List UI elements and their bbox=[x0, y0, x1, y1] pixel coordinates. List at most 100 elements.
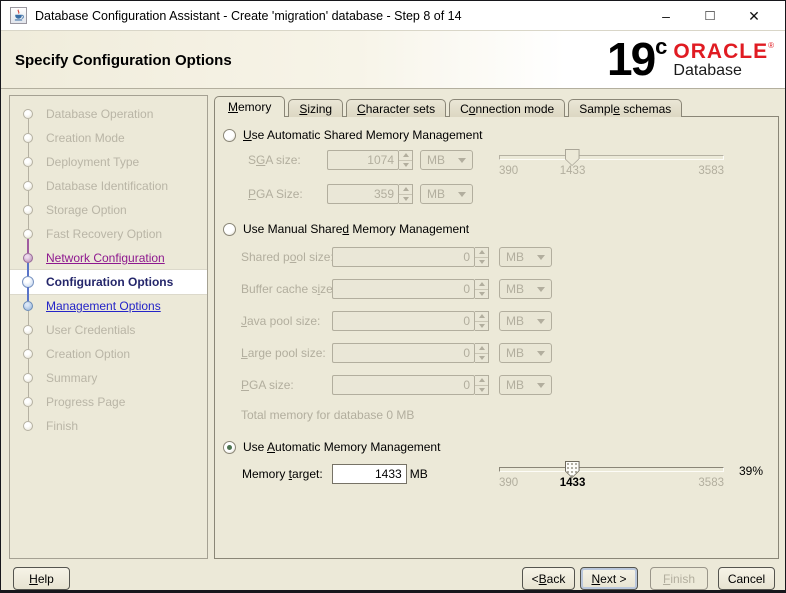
step-bullet-icon bbox=[23, 421, 33, 431]
minimize-button[interactable]: – bbox=[644, 1, 688, 31]
coffee-cup-glyph bbox=[14, 9, 24, 21]
pga-size-label: PGA Size: bbox=[248, 187, 303, 201]
pga-unit-select: MB bbox=[420, 184, 473, 204]
asmm-radio[interactable] bbox=[223, 128, 236, 142]
tab-character-sets[interactable]: Character sets bbox=[346, 99, 447, 117]
slider-track bbox=[499, 467, 724, 472]
logo-database: Database bbox=[673, 62, 742, 79]
sidebar-item-database-operation: Database Operation bbox=[10, 102, 207, 126]
chevron-down-icon bbox=[458, 191, 466, 197]
slider-min-label: 390 bbox=[499, 165, 519, 177]
java-pool-label-row: Java pool size: bbox=[241, 311, 320, 331]
buffer-cache-label-row: Buffer cache size: bbox=[241, 279, 336, 299]
java-pool-size-label: Java pool size: bbox=[241, 314, 321, 328]
sidebar-item-storage-option: Storage Option bbox=[10, 191, 207, 222]
slider-current-label: 1433 bbox=[559, 477, 586, 489]
buffer-cache-spinner bbox=[475, 279, 489, 299]
shared-pool-size-label: Shared pool size: bbox=[241, 250, 334, 264]
total-memory-row: Total memory for database 0 MB bbox=[241, 405, 414, 425]
large-pool-size-label: Large pool size: bbox=[241, 346, 326, 360]
sga-slider: 390 1433 3583 bbox=[499, 149, 724, 177]
shared-pool-spinner bbox=[475, 247, 489, 267]
manual-pga-size-label: PGA size: bbox=[241, 378, 294, 392]
buffer-cache-size-field: 0 bbox=[332, 279, 475, 299]
sidebar-item-progress-page: Progress Page bbox=[10, 383, 207, 414]
tab-memory[interactable]: Memory bbox=[214, 96, 286, 117]
amm-radio-label: Use Automatic Memory Management bbox=[243, 440, 441, 454]
logo-c: c bbox=[655, 34, 668, 59]
java-pool-unit-select: MB bbox=[499, 311, 552, 331]
manual-pga-spinner bbox=[475, 375, 489, 395]
step-bullet-icon bbox=[23, 349, 33, 359]
java-app-icon bbox=[10, 7, 27, 24]
memory-tab-panel: Use Automatic Shared Memory Management S… bbox=[214, 116, 779, 559]
sidebar-item-network-configuration[interactable]: Network Configuration bbox=[10, 239, 207, 270]
amm-radio[interactable] bbox=[223, 440, 236, 454]
close-button[interactable]: ✕ bbox=[732, 1, 776, 31]
step-bullet-icon bbox=[23, 133, 33, 143]
large-pool-field-group: 0 MB bbox=[332, 343, 552, 363]
logo-19: 19 bbox=[607, 33, 656, 85]
window-title: Database Configuration Assistant - Creat… bbox=[35, 8, 462, 23]
sga-size-field-group: 1074 MB bbox=[327, 150, 473, 170]
memory-target-slider: 390 1433 3583 39% bbox=[499, 461, 763, 489]
step-bullet-icon bbox=[23, 157, 33, 167]
chevron-down-icon bbox=[537, 254, 545, 260]
memory-percent-label: 39% bbox=[739, 464, 764, 478]
sidebar-item-management-options[interactable]: Management Options bbox=[10, 287, 207, 318]
chevron-down-icon bbox=[537, 318, 545, 324]
java-pool-spinner bbox=[475, 311, 489, 331]
sidebar-item-database-identification: Database Identification bbox=[10, 167, 207, 198]
java-pool-size-field: 0 bbox=[332, 311, 475, 331]
large-pool-spinner bbox=[475, 343, 489, 363]
step-bullet-icon bbox=[23, 253, 33, 263]
back-button[interactable]: < Back bbox=[522, 567, 575, 590]
asmm-radio-label: Use Automatic Shared Memory Management bbox=[243, 128, 483, 142]
logo-oracle: ORACLE bbox=[673, 40, 769, 63]
slider-min-label: 390 bbox=[499, 477, 519, 489]
shared-pool-size-field: 0 bbox=[332, 247, 475, 267]
shared-pool-label-row: Shared pool size: bbox=[241, 247, 334, 267]
memory-target-input[interactable] bbox=[331, 464, 407, 484]
tab-connection-mode[interactable]: Connection mode bbox=[449, 99, 566, 117]
shared-pool-unit-select: MB bbox=[499, 247, 552, 267]
pga-size-row: PGA Size: bbox=[248, 184, 303, 204]
amm-radio-row: Use Automatic Memory Management bbox=[223, 437, 440, 457]
sga-size-spinner bbox=[399, 150, 413, 170]
tab-sizing[interactable]: Sizing bbox=[288, 99, 344, 117]
help-button[interactable]: Help bbox=[13, 567, 70, 590]
buffer-cache-unit-select: MB bbox=[499, 279, 552, 299]
memory-target-unit: MB bbox=[409, 467, 428, 481]
large-pool-size-field: 0 bbox=[332, 343, 475, 363]
oracle-19c-logo: 19 c ORACLE® Database bbox=[607, 34, 774, 84]
pga-size-field-group: 359 MB bbox=[327, 184, 473, 204]
large-pool-unit-select: MB bbox=[499, 343, 552, 363]
msmm-radio[interactable] bbox=[223, 222, 236, 236]
tab-sample-schemas[interactable]: Sample schemas bbox=[568, 99, 683, 117]
chevron-down-icon bbox=[537, 286, 545, 292]
pga-size-spinner bbox=[399, 184, 413, 204]
manual-pga-size-field: 0 bbox=[332, 375, 475, 395]
sidebar-item-summary: Summary bbox=[10, 359, 207, 390]
chevron-down-icon bbox=[537, 382, 545, 388]
chevron-down-icon bbox=[537, 350, 545, 356]
sga-unit-select: MB bbox=[420, 150, 473, 170]
slider-max-label: 3583 bbox=[698, 477, 724, 489]
sga-size-field: 1074 bbox=[327, 150, 399, 170]
maximize-button[interactable]: □ bbox=[688, 1, 732, 31]
sidebar-item-deployment-type: Deployment Type bbox=[10, 143, 207, 174]
step-bullet-icon bbox=[23, 397, 33, 407]
step-bullet-icon bbox=[23, 181, 33, 191]
finish-button: Finish bbox=[650, 567, 708, 590]
sga-size-row: SGA size: bbox=[248, 150, 301, 170]
title-bar: Database Configuration Assistant - Creat… bbox=[1, 1, 785, 31]
slider-thumb[interactable] bbox=[564, 461, 580, 478]
page-header: Specify Configuration Options 19 c ORACL… bbox=[1, 31, 785, 89]
cancel-button[interactable]: Cancel bbox=[718, 567, 775, 590]
dbca-window: Database Configuration Assistant - Creat… bbox=[0, 0, 786, 593]
step-bullet-icon bbox=[23, 205, 33, 215]
shared-pool-field-group: 0 MB bbox=[332, 247, 552, 267]
page-title: Specify Configuration Options bbox=[15, 52, 232, 69]
memory-target-row: Memory target: MB bbox=[242, 464, 428, 484]
next-button[interactable]: Next > bbox=[580, 567, 638, 590]
